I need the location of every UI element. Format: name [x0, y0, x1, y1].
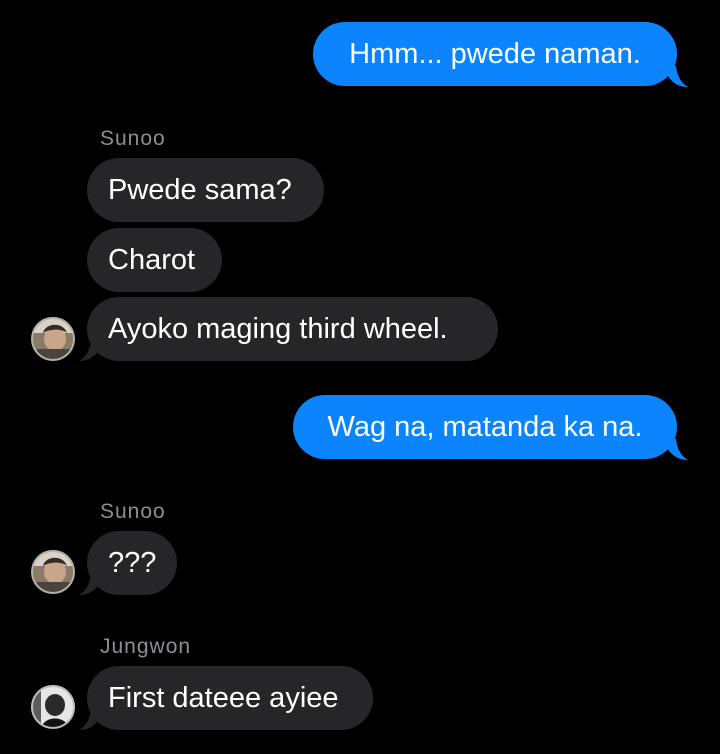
incoming-message[interactable]: ??? [87, 531, 177, 595]
outgoing-message[interactable]: Wag na, matanda ka na. [293, 395, 677, 459]
incoming-bubble-tail [79, 709, 99, 730]
incoming-message[interactable]: Charot [87, 228, 222, 292]
sunoo-avatar[interactable] [31, 317, 75, 361]
sender-name: Jungwon [100, 635, 192, 658]
message-text: Charot [108, 244, 196, 276]
message-text: Wag na, matanda ka na. [327, 411, 643, 443]
message-text: Pwede sama? [108, 174, 292, 206]
incoming-bubble-tail [79, 574, 99, 595]
outgoing-bubble-tail [668, 439, 688, 460]
incoming-message[interactable]: First dateee ayiee [87, 666, 373, 730]
incoming-bubble-tail [79, 340, 99, 361]
message-text: Ayoko maging third wheel. [108, 313, 448, 345]
message-text: ??? [108, 547, 157, 579]
outgoing-message[interactable]: Hmm... pwede naman. [313, 22, 677, 86]
sunoo-avatar[interactable] [31, 550, 75, 594]
message-text: Hmm... pwede naman. [349, 38, 641, 70]
sender-name: Sunoo [100, 127, 166, 150]
outgoing-bubble-tail [668, 66, 688, 87]
message-text: First dateee ayiee [108, 682, 339, 714]
incoming-message[interactable]: Ayoko maging third wheel. [87, 297, 498, 361]
sender-name: Sunoo [100, 500, 166, 523]
incoming-message[interactable]: Pwede sama? [87, 158, 324, 222]
jungwon-avatar[interactable] [31, 685, 75, 729]
